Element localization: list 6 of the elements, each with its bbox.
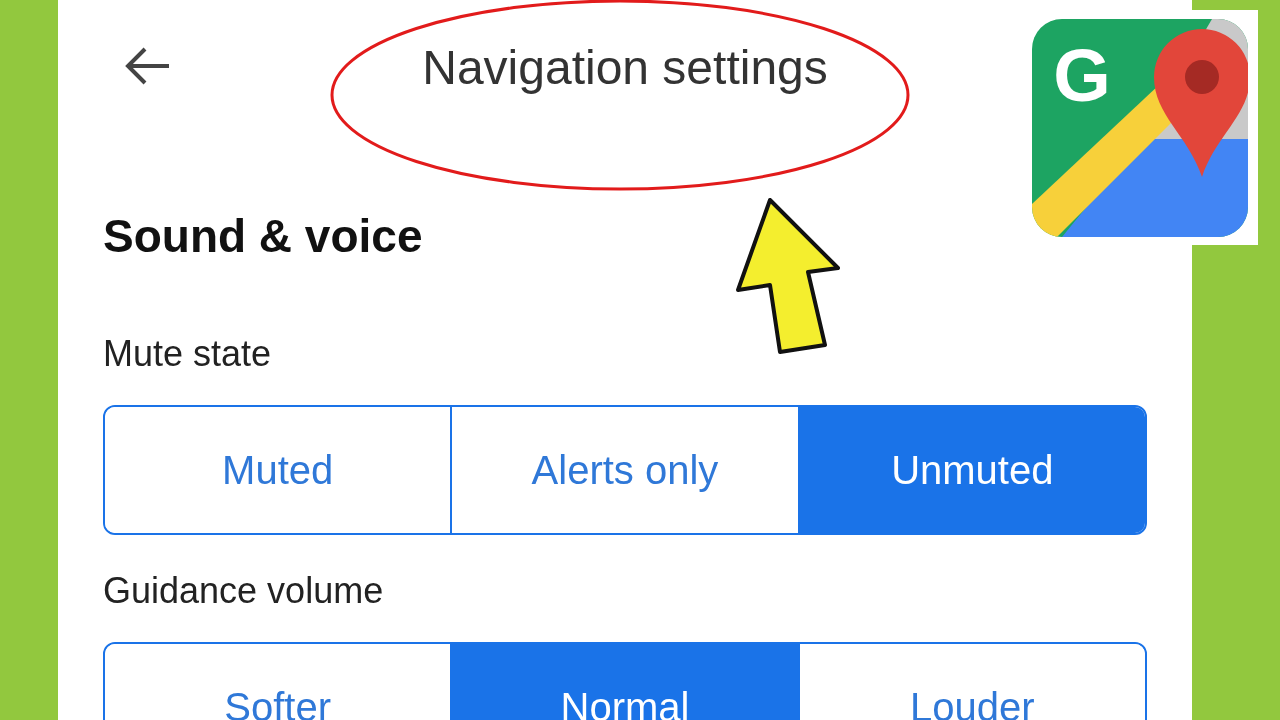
segment-option[interactable]: Unmuted — [797, 407, 1145, 533]
setting-label: Mute state — [103, 332, 273, 376]
back-arrow-icon[interactable] — [123, 46, 171, 86]
section-heading: Sound & voice — [103, 209, 424, 264]
screen-title: Navigation settings — [422, 40, 828, 96]
setting-label: Guidance volume — [103, 569, 385, 613]
